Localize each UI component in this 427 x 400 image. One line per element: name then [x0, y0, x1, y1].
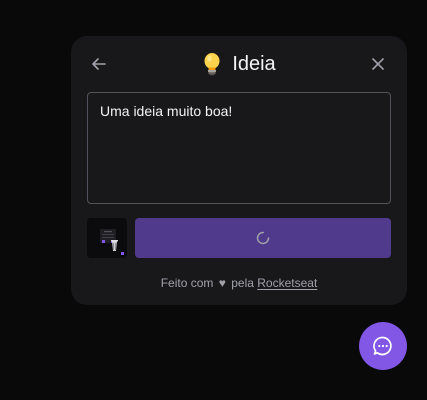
credits-footer: Feito com ♥ pela Rocketseat	[71, 275, 407, 291]
spinner-icon	[256, 231, 270, 245]
open-feedback-button[interactable]	[359, 322, 407, 370]
screenshot-thumbnail	[87, 218, 127, 258]
page: Ideia Uma ideia muito boa! Feito com ♥ p…	[0, 0, 427, 400]
close-icon	[372, 58, 384, 70]
credits-prefix: Feito com	[160, 276, 214, 290]
widget-actions	[87, 218, 391, 258]
rocketseat-link[interactable]: Rocketseat	[257, 276, 317, 290]
widget-title: Ideia	[71, 50, 407, 78]
heart-icon: ♥	[218, 276, 226, 290]
credits-middle: pela	[231, 276, 254, 290]
feedback-comment-input[interactable]: Uma ideia muito boa!	[87, 92, 391, 204]
screenshot-button[interactable]	[87, 218, 127, 258]
send-feedback-button[interactable]	[135, 218, 391, 258]
feedback-widget: Ideia Uma ideia muito boa! Feito com ♥ p…	[71, 36, 407, 305]
widget-header: Ideia	[71, 36, 407, 92]
close-button[interactable]	[368, 54, 388, 74]
chat-bubble-icon	[373, 336, 392, 356]
widget-title-text: Ideia	[232, 53, 276, 75]
lightbulb-icon	[204, 53, 220, 76]
